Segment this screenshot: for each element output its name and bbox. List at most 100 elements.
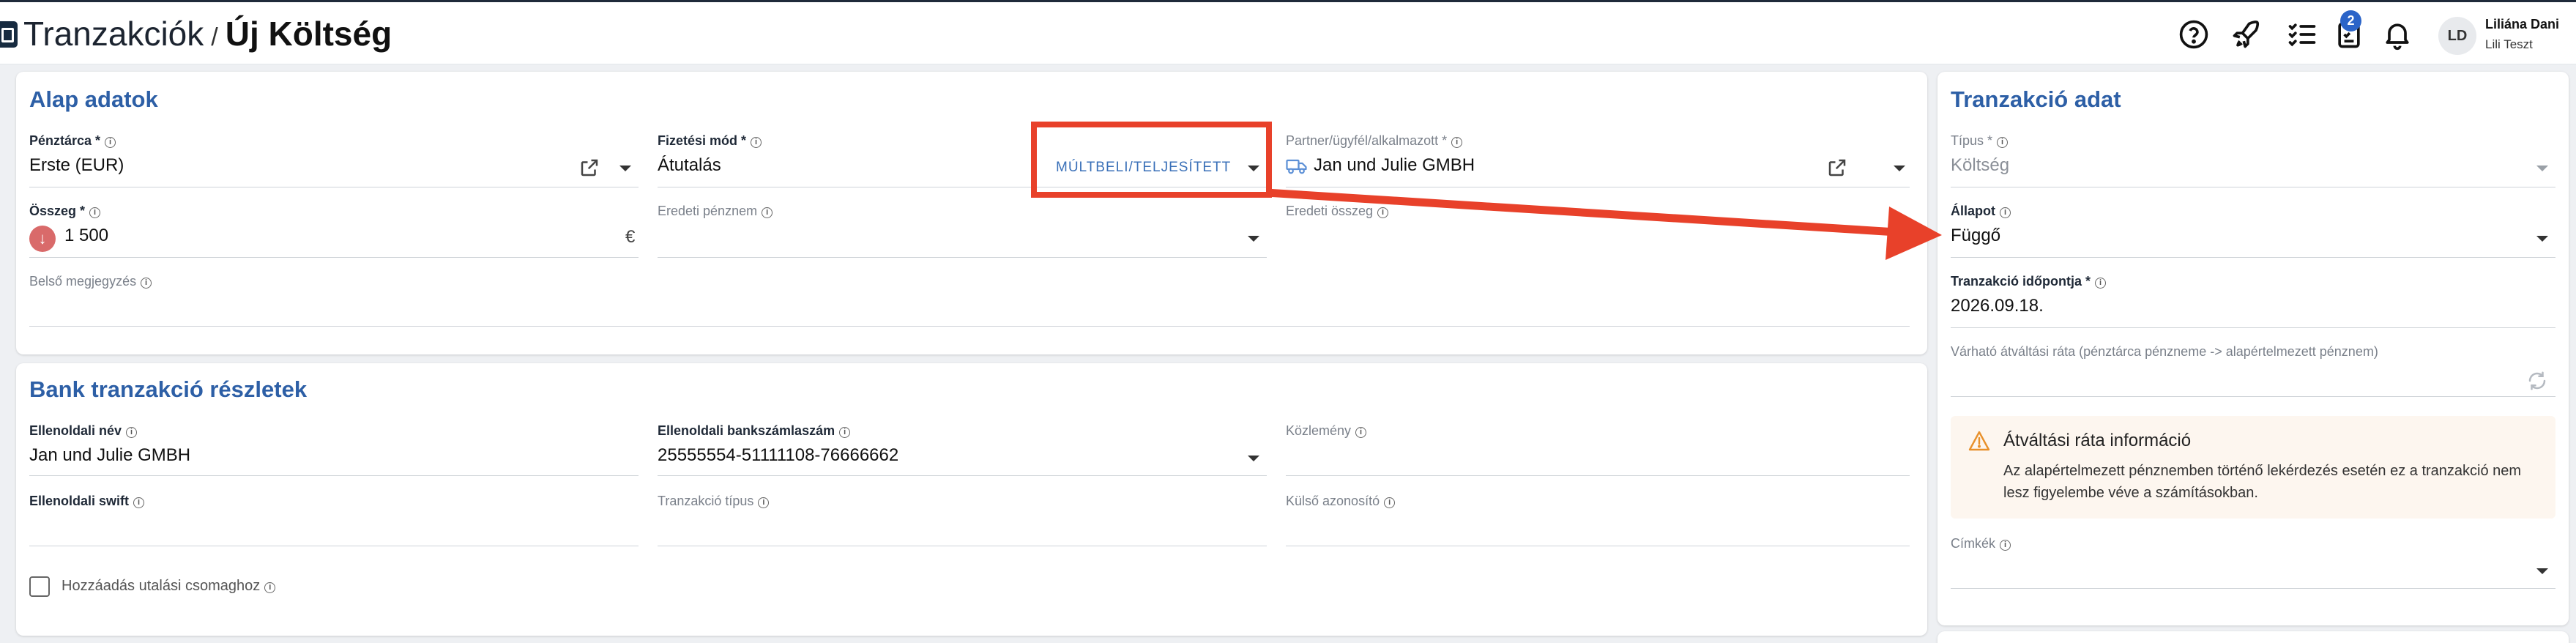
rata-label: Várható átváltási ráta (pénztárca pénzne… (1951, 344, 2378, 359)
kulso-azonosito-label: Külső azonosító (1286, 494, 1380, 508)
partner-value: Jan und Julie GMBH (1314, 155, 1475, 175)
chevron-down-icon[interactable] (2536, 166, 2548, 171)
info-icon[interactable]: i (2000, 207, 2011, 218)
atvaltasi-rata-info-box: Átváltási ráta információ Az alapértelme… (1951, 416, 2555, 519)
fizetesi-mod-value: Átutalás (658, 155, 721, 175)
info-icon[interactable]: i (2095, 278, 2107, 289)
atvaltasi-rata-input[interactable]: Várható átváltási ráta (pénztárca pénzne… (1951, 344, 2555, 397)
info-icon[interactable]: i (1997, 137, 2009, 148)
belso-megjegyzes-label: Belső megjegyzés (29, 274, 137, 289)
eredeti-penznem-label: Eredeti pénznem (658, 204, 758, 218)
partner-select[interactable]: Partner/ügyfél/alkalmazott * i Jan und Ju… (1286, 133, 1910, 187)
ellenoldali-nev-value: Jan und Julie GMBH (29, 445, 191, 465)
idopont-value: 2026.09.18. (1951, 296, 2044, 316)
tranzakcio-adat-title: Tranzakció adat (1951, 86, 2121, 112)
tranzakcio-tipus-input[interactable]: Tranzakció típus i (658, 494, 1267, 546)
external-link-icon[interactable] (1826, 157, 1848, 179)
help-icon[interactable] (2178, 18, 2210, 51)
warning-text: Az alapértelmezett pénznemben történő le… (2003, 463, 2522, 501)
truck-icon (1286, 157, 1308, 176)
eredeti-osszeg-input[interactable]: Eredeti összeg i (1286, 204, 1910, 258)
tipus-value: Költség (1951, 155, 2010, 175)
info-icon[interactable]: i (758, 497, 770, 508)
info-icon[interactable]: i (751, 137, 762, 148)
idopont-label: Tranzakció időpontja * (1951, 274, 2091, 289)
chevron-down-icon[interactable] (1248, 236, 1259, 242)
breadcrumb-separator: / (211, 23, 218, 51)
eredeti-penznem-select[interactable]: Eredeti pénznem i (658, 204, 1267, 258)
avatar[interactable]: LD (2438, 17, 2476, 55)
kozlemeny-label: Közlemény (1286, 423, 1352, 438)
info-icon[interactable]: i (762, 207, 773, 218)
osszeg-input[interactable]: Összeg * i ↓ 1 500 € (29, 204, 639, 258)
page-title: Tranzakciók / Új Költség (23, 14, 392, 53)
tranzakcio-tipus-label: Tranzakció típus (658, 494, 754, 508)
info-icon[interactable]: i (1384, 497, 1396, 508)
top-bar: Tranzakciók / Új Költség 2 LD Liliána Dani… (0, 0, 2576, 64)
task-list-icon[interactable] (2286, 18, 2318, 51)
utalasi-csomag-checkbox[interactable] (29, 576, 50, 597)
warning-title: Átváltási ráta információ (2003, 431, 2192, 450)
info-icon[interactable]: i (133, 497, 145, 508)
bell-icon[interactable] (2381, 18, 2413, 51)
ellenoldali-nev-input[interactable]: Ellenoldali név i Jan und Julie GMBH (29, 423, 639, 476)
external-link-icon[interactable] (578, 157, 600, 179)
utalasi-csomag-label: Hozzáadás utalási csomaghoz (62, 578, 261, 594)
swift-input[interactable]: Ellenoldali swift i (29, 494, 639, 546)
chevron-down-icon[interactable] (1248, 456, 1259, 461)
bankszamlaszam-value: 25555554-51111108-76666662 (658, 445, 899, 465)
info-icon[interactable]: i (105, 137, 116, 148)
info-icon[interactable]: i (264, 582, 276, 593)
swift-label: Ellenoldali swift (29, 494, 130, 508)
idopont-input[interactable]: Tranzakció időpontja * i 2026.09.18. (1951, 274, 2555, 328)
rocket-icon[interactable] (2230, 18, 2263, 51)
kulso-azonosito-input[interactable]: Külső azonosító i (1286, 494, 1910, 546)
chevron-down-icon[interactable] (1894, 166, 1905, 171)
currency-symbol: € (625, 227, 636, 247)
ellenoldali-nev-label: Ellenoldali név (29, 423, 122, 438)
bankszamlaszam-label: Ellenoldali bankszámlaszám (658, 423, 835, 438)
osszeg-label: Összeg * (29, 204, 86, 218)
task-count-badge: 2 (2340, 10, 2361, 31)
chevron-down-icon[interactable] (2536, 236, 2548, 242)
info-icon[interactable]: i (839, 427, 851, 438)
warning-icon (1968, 431, 1990, 451)
info-icon[interactable]: i (1355, 427, 1367, 438)
breadcrumb-tranzakciok[interactable]: Tranzakciók (23, 15, 204, 53)
belso-megjegyzes-input[interactable]: Belső megjegyzés i (29, 274, 1910, 327)
tipus-label: Típus * (1951, 133, 1993, 148)
tipus-select[interactable]: Típus * i Költség (1951, 133, 2555, 187)
next-card-edge (1937, 631, 2569, 643)
arrow-down-expense-icon: ↓ (29, 226, 56, 252)
info-icon[interactable]: i (126, 427, 138, 438)
alap-adatok-title: Alap adatok (29, 86, 158, 112)
fizetesi-mod-label: Fizetési mód * (658, 133, 747, 148)
user-organization: Lili Teszt (2485, 37, 2533, 51)
breadcrumb-current: Új Költség (225, 15, 392, 53)
allapot-label: Állapot (1951, 204, 1995, 218)
sidebar-toggle-icon[interactable] (0, 21, 18, 48)
chevron-down-icon[interactable] (619, 166, 631, 171)
osszeg-value: 1 500 (64, 226, 109, 245)
info-icon[interactable]: i (89, 207, 101, 218)
user-name[interactable]: Liliána Dani (2485, 17, 2559, 32)
allapot-value: Függő (1951, 226, 2001, 245)
info-icon[interactable]: i (1377, 207, 1389, 218)
bankszamlaszam-select[interactable]: Ellenoldali bankszámlaszám i 25555554-511… (658, 423, 1267, 476)
kozlemeny-input[interactable]: Közlemény i (1286, 423, 1910, 476)
chevron-down-icon[interactable] (2536, 568, 2548, 574)
annotation-highlight-box (1031, 122, 1272, 198)
eredeti-osszeg-label: Eredeti összeg (1286, 204, 1374, 218)
bank-reszletek-title: Bank tranzakció részletek (29, 376, 308, 402)
penztarca-value: Erste (EUR) (29, 155, 124, 175)
penztarca-label: Pénztárca * (29, 133, 101, 148)
info-icon[interactable]: i (2000, 540, 2011, 551)
partner-label: Partner/ügyfél/alkalmazott * (1286, 133, 1448, 148)
cimkek-label: Címkék (1951, 536, 1996, 551)
refresh-icon[interactable] (2526, 370, 2548, 392)
info-icon[interactable]: i (141, 278, 152, 289)
info-icon[interactable]: i (1451, 137, 1463, 148)
penztarca-select[interactable]: Pénztárca * i Erste (EUR) (29, 133, 639, 187)
allapot-select[interactable]: Állapot i Függő (1951, 204, 2555, 258)
cimkek-select[interactable]: Címkék i (1951, 536, 2555, 589)
